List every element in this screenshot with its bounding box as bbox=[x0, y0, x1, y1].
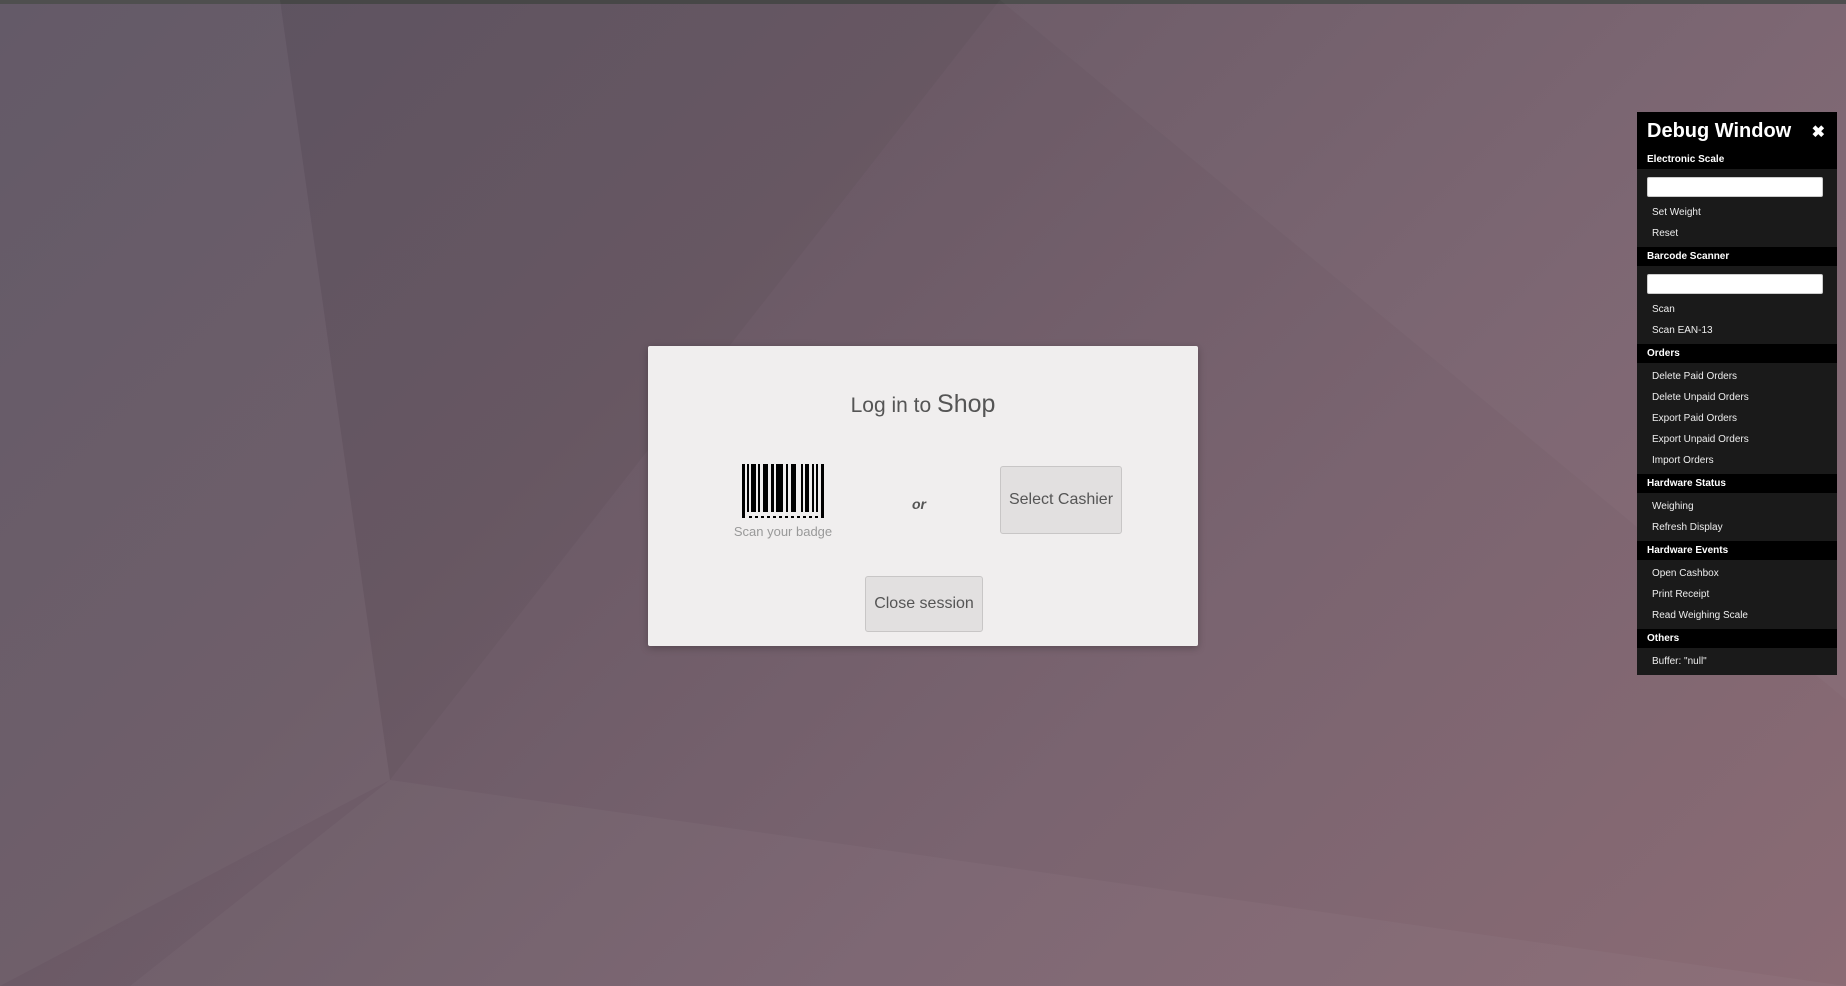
badge-scan-area: Scan your badge bbox=[728, 464, 838, 539]
hardware-status-body: Weighing Refresh Display bbox=[1637, 493, 1837, 541]
barcode-icon bbox=[742, 464, 824, 518]
scan-ean13-button[interactable]: Scan EAN-13 bbox=[1637, 320, 1837, 341]
scan-button[interactable]: Scan bbox=[1637, 299, 1837, 320]
electronic-scale-body: Set Weight Reset bbox=[1637, 169, 1837, 247]
login-title-shop: Shop bbox=[937, 390, 996, 418]
export-unpaid-orders-button[interactable]: Export Unpaid Orders bbox=[1637, 429, 1837, 450]
section-barcode-scanner: Barcode Scanner bbox=[1637, 247, 1837, 266]
delete-paid-orders-button[interactable]: Delete Paid Orders bbox=[1637, 366, 1837, 387]
export-paid-orders-button[interactable]: Export Paid Orders bbox=[1637, 408, 1837, 429]
debug-title: Debug Window bbox=[1647, 120, 1792, 142]
section-orders: Orders bbox=[1637, 344, 1837, 363]
weight-input[interactable] bbox=[1647, 177, 1823, 197]
barcode-scanner-body: Scan Scan EAN-13 bbox=[1637, 266, 1837, 344]
others-body: Buffer: "null" bbox=[1637, 648, 1837, 675]
delete-unpaid-orders-button[interactable]: Delete Unpaid Orders bbox=[1637, 387, 1837, 408]
select-cashier-button[interactable]: Select Cashier bbox=[1000, 466, 1122, 534]
top-bar bbox=[0, 0, 1846, 4]
section-others: Others bbox=[1637, 629, 1837, 648]
reset-button[interactable]: Reset bbox=[1637, 223, 1837, 244]
weighing-button[interactable]: Weighing bbox=[1637, 496, 1837, 517]
set-weight-button[interactable]: Set Weight bbox=[1637, 202, 1837, 223]
read-weighing-scale-button[interactable]: Read Weighing Scale bbox=[1637, 605, 1837, 626]
hardware-events-body: Open Cashbox Print Receipt Read Weighing… bbox=[1637, 560, 1837, 629]
login-title: Log in to Shop bbox=[648, 390, 1198, 419]
close-icon[interactable]: ✖ bbox=[1812, 122, 1825, 142]
buffer-text: Buffer: "null" bbox=[1652, 656, 1707, 667]
debug-window: Debug Window ✖ Electronic Scale Set Weig… bbox=[1637, 112, 1837, 675]
close-session-button[interactable]: Close session bbox=[865, 576, 983, 632]
refresh-display-button[interactable]: Refresh Display bbox=[1637, 517, 1837, 538]
print-receipt-button[interactable]: Print Receipt bbox=[1637, 584, 1837, 605]
login-title-prefix: Log in to bbox=[850, 394, 932, 417]
open-cashbox-button[interactable]: Open Cashbox bbox=[1637, 563, 1837, 584]
section-electronic-scale: Electronic Scale bbox=[1637, 150, 1837, 169]
login-dialog: Log in to Shop Scan your badge or Select… bbox=[648, 346, 1198, 646]
section-hardware-status: Hardware Status bbox=[1637, 474, 1837, 493]
barcode-input[interactable] bbox=[1647, 274, 1823, 294]
orders-body: Delete Paid Orders Delete Unpaid Orders … bbox=[1637, 363, 1837, 474]
or-separator: or bbox=[912, 496, 926, 512]
scan-badge-label: Scan your badge bbox=[733, 524, 833, 539]
import-orders-button[interactable]: Import Orders bbox=[1637, 450, 1837, 471]
section-hardware-events: Hardware Events bbox=[1637, 541, 1837, 560]
debug-header: Debug Window ✖ bbox=[1637, 112, 1837, 150]
